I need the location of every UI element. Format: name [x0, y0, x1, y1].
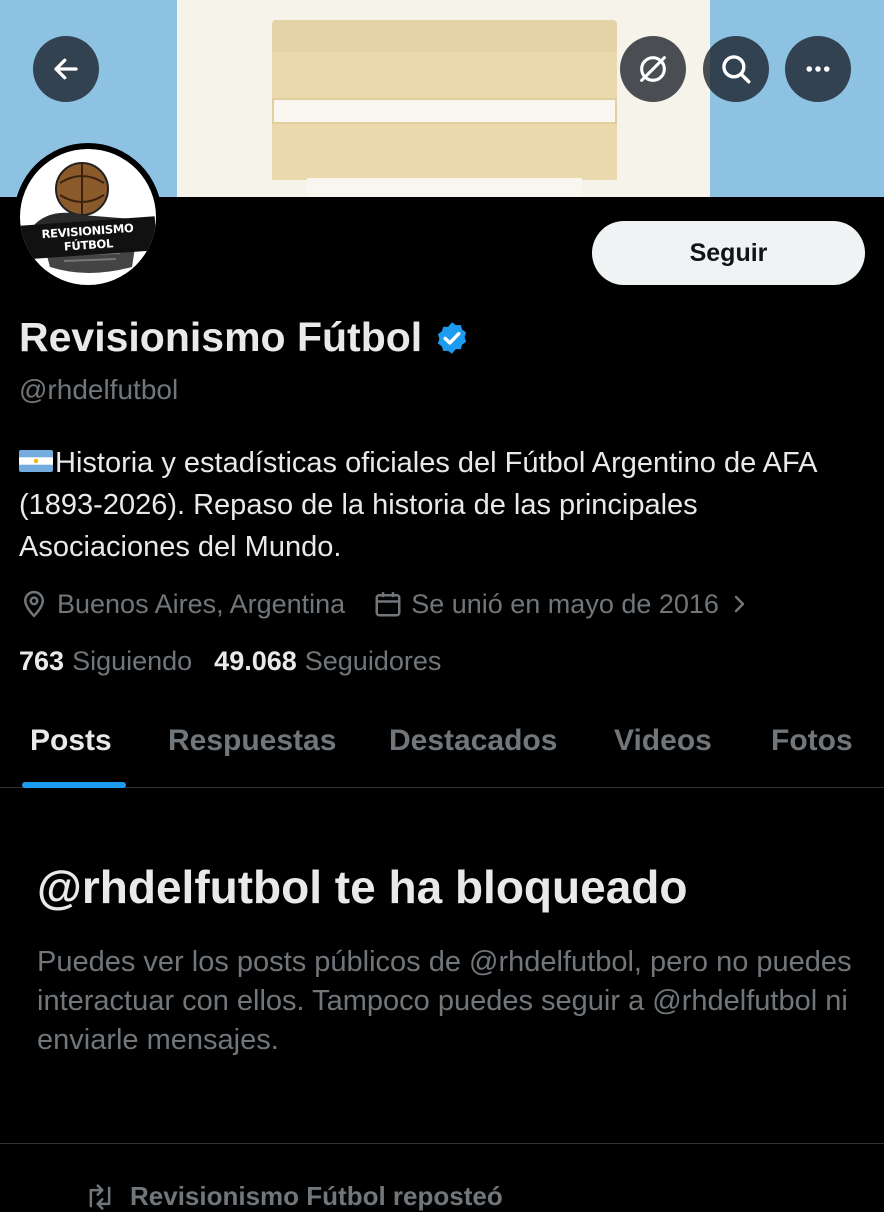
- chevron-right-icon[interactable]: [727, 592, 751, 616]
- repost-icon: [89, 1183, 111, 1210]
- display-name: Revisionismo Fútbol: [19, 314, 423, 360]
- search-icon: [722, 55, 751, 84]
- arrow-left-icon: [54, 58, 78, 80]
- blocked-title: @rhdelfutbol te ha bloqueado: [37, 861, 688, 913]
- back-button[interactable]: [33, 36, 99, 102]
- tab-fotos[interactable]: Fotos: [771, 724, 853, 758]
- following-label[interactable]: Siguiendo: [72, 646, 192, 677]
- hide-button[interactable]: [620, 36, 686, 102]
- feed-divider: [0, 1143, 884, 1144]
- location-pin-icon: [23, 590, 45, 618]
- avatar[interactable]: REVISIONISMO FÚTBOL: [14, 143, 162, 291]
- following-count[interactable]: 763: [19, 646, 64, 677]
- repost-text: Revisionismo Fútbol reposteó: [130, 1181, 503, 1211]
- bio: Historia y estadísticas oficiales del Fú…: [19, 442, 869, 568]
- profile-tabs: Posts Respuestas Destacados Videos Fotos: [0, 704, 884, 788]
- tab-respuestas[interactable]: Respuestas: [168, 724, 336, 758]
- bio-text: Historia y estadísticas oficiales del Fú…: [19, 447, 816, 563]
- display-name-row: Revisionismo Fútbol: [19, 314, 470, 361]
- tab-posts[interactable]: Posts: [30, 724, 112, 758]
- more-icon: [806, 66, 830, 72]
- active-tab-indicator: [22, 782, 126, 788]
- calendar-icon: [375, 592, 401, 617]
- verified-badge-icon[interactable]: [434, 320, 470, 356]
- follow-stats: 763 Siguiendo 49.068 Seguidores: [19, 646, 441, 677]
- more-button[interactable]: [785, 36, 851, 102]
- blocked-description: Puedes ver los posts públicos de @rhdelf…: [37, 946, 852, 1056]
- handle: @rhdelfutbol: [19, 374, 179, 405]
- profile-meta: Buenos Aires, Argentina Se unió en mayo …: [19, 586, 751, 622]
- followers-label[interactable]: Seguidores: [305, 646, 442, 677]
- location-text: Buenos Aires, Argentina: [57, 588, 346, 619]
- avatar-image: REVISIONISMO FÚTBOL: [20, 149, 156, 285]
- banner-crest-image: [177, 0, 710, 197]
- joined-text[interactable]: Se unió en mayo de 2016: [411, 589, 719, 620]
- followers-count[interactable]: 49.068: [214, 646, 297, 677]
- repost-context: Revisionismo Fútbol reposteó: [84, 1181, 503, 1212]
- eye-slash-icon: [640, 56, 666, 82]
- tab-videos[interactable]: Videos: [614, 724, 712, 758]
- tab-destacados[interactable]: Destacados: [389, 724, 557, 758]
- argentina-flag-icon: [19, 450, 53, 473]
- search-button[interactable]: [703, 36, 769, 102]
- follow-button[interactable]: Seguir: [592, 221, 865, 285]
